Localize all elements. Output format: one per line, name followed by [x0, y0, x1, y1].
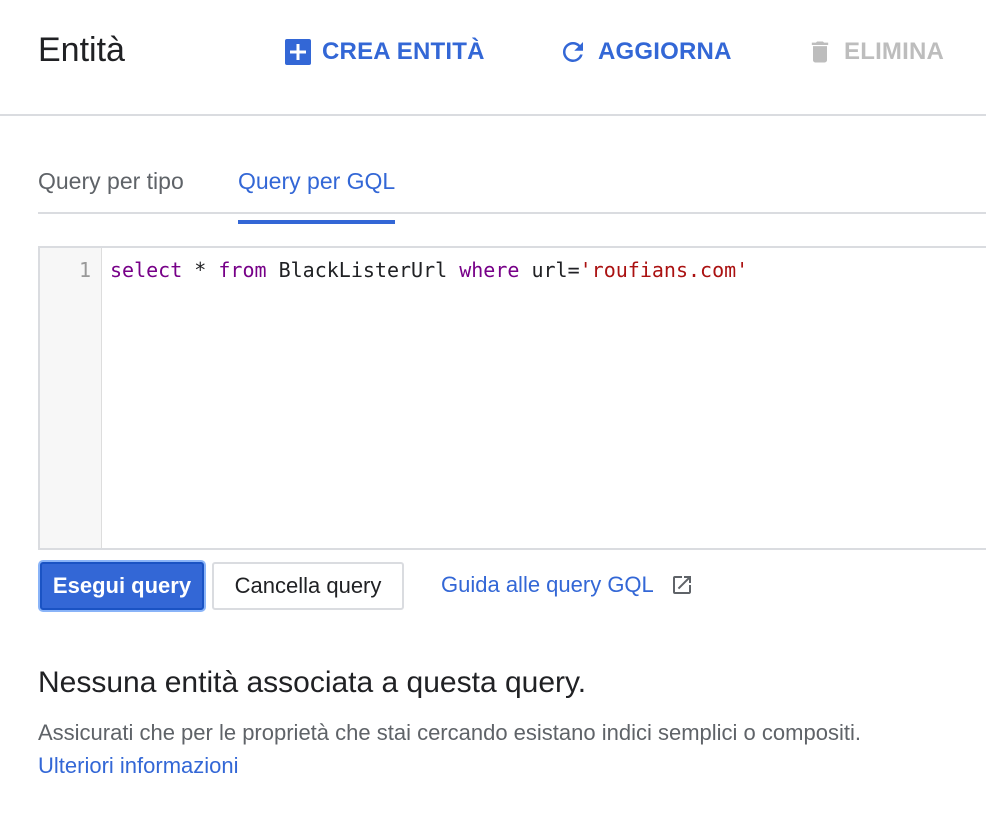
- page-title: Entità: [38, 31, 125, 69]
- tab-query-by-kind[interactable]: Query per tipo: [38, 164, 184, 198]
- keyword-from: from: [218, 258, 267, 282]
- tab-query-by-gql[interactable]: Query per GQL: [238, 164, 396, 224]
- code-condition: url=: [519, 258, 580, 282]
- code-line[interactable]: select * from BlackListerUrl where url='…: [110, 256, 748, 284]
- run-query-label: Esegui query: [52, 573, 192, 598]
- empty-result-text: Assicurati che per le proprietà che stai…: [38, 720, 861, 745]
- query-tabs: Query per tipo Query per GQL: [38, 150, 986, 224]
- clear-query-label: Cancella query: [234, 573, 382, 598]
- more-info-link[interactable]: Ulteriori informazioni: [38, 753, 239, 778]
- keyword-where: where: [459, 258, 520, 282]
- empty-result-description: Assicurati che per le proprietà che stai…: [38, 716, 938, 782]
- create-entity-button[interactable]: CREA ENTITÀ: [284, 32, 485, 72]
- create-entity-label: CREA ENTITÀ: [322, 38, 485, 65]
- header: Entità CREA ENTITÀ AGGIORNA ELIMINA: [0, 0, 986, 116]
- delete-button[interactable]: ELIMINA: [806, 32, 944, 72]
- gql-query-editor[interactable]: 1 select * from BlackListerUrl where url…: [38, 246, 986, 550]
- run-query-button[interactable]: Esegui query: [40, 562, 204, 610]
- add-box-icon: [284, 38, 312, 66]
- code-kind: BlackListerUrl: [266, 258, 460, 282]
- code-string: 'roufians.com': [579, 258, 749, 282]
- active-tab-indicator: [238, 220, 396, 224]
- gql-guide-link[interactable]: Guida alle query GQL: [441, 568, 694, 602]
- gql-guide-label: Guida alle query GQL: [441, 572, 654, 597]
- keyword-select: select: [110, 258, 183, 282]
- refresh-button[interactable]: AGGIORNA: [558, 32, 732, 72]
- clear-query-button[interactable]: Cancella query: [212, 562, 404, 610]
- trash-icon: [806, 37, 834, 67]
- tab-query-by-kind-label: Query per tipo: [38, 168, 184, 194]
- refresh-icon: [558, 37, 588, 67]
- refresh-label: AGGIORNA: [598, 38, 732, 65]
- empty-result-title: Nessuna entità associata a questa query.: [38, 666, 587, 699]
- delete-label: ELIMINA: [844, 38, 945, 65]
- code-star: *: [182, 258, 219, 282]
- external-link-icon: [670, 573, 694, 597]
- tab-query-by-gql-label: Query per GQL: [238, 168, 396, 194]
- line-number: 1: [78, 258, 91, 282]
- editor-gutter: 1: [40, 248, 102, 548]
